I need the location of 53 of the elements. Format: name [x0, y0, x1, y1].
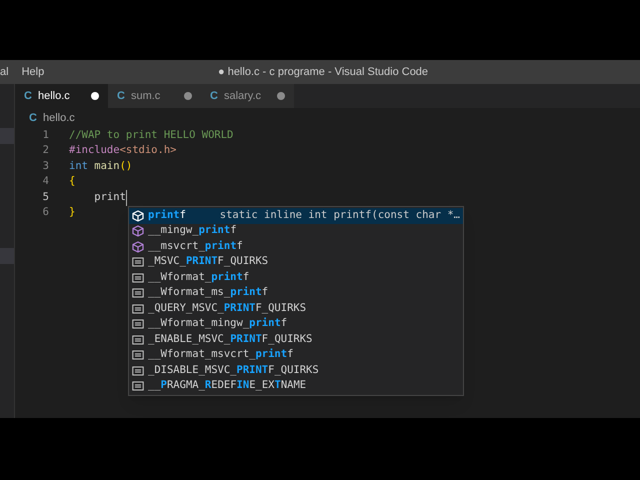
code-line: //WAP to print HELLO WORLD	[69, 128, 234, 143]
suggestion-item[interactable]: __PRAGMA_REDEFINE_EXTNAME	[129, 378, 463, 394]
suggestion-item[interactable]: __msvcrt_printf	[129, 239, 463, 254]
c-file-icon: C	[24, 88, 32, 104]
c-file-icon: C	[117, 88, 125, 104]
code-line: {	[69, 174, 76, 190]
menu-item[interactable]: Help	[16, 64, 50, 80]
line-number: 2	[42, 143, 50, 158]
suggestion-item[interactable]: _QUERY_MSVC_PRINTF_QUIRKS	[129, 301, 463, 316]
line-number: 6	[42, 205, 50, 220]
editor-tab[interactable]: C sum.c	[108, 84, 201, 108]
suggestion-item[interactable]: __Wformat_mingw_printf	[129, 316, 463, 332]
suggestion-detail: static inline int printf(const char *…	[220, 208, 460, 223]
tab-label: sum.c	[130, 88, 162, 104]
cube-icon	[132, 210, 144, 222]
line-number: 5	[42, 190, 50, 205]
window-title: ● hello.c - c programe - Visual Studio Code	[218, 64, 428, 80]
editor-tab[interactable]: C hello.c	[15, 84, 108, 108]
code-line: int main()	[69, 158, 132, 174]
constant-icon	[132, 272, 144, 284]
tab-label: hello.c	[38, 88, 71, 104]
suggestion-item[interactable]: __Wformat_ms_printf	[129, 286, 463, 301]
line-number: 1	[42, 128, 50, 143]
constant-icon	[132, 380, 144, 392]
tab-label: salary.c	[224, 88, 262, 104]
suggestion-item[interactable]: printf static inline int printf(const char *…	[129, 208, 463, 224]
constant-icon	[132, 364, 144, 377]
line-number: 4	[42, 174, 50, 190]
cube-icon	[132, 240, 144, 253]
constant-icon	[132, 287, 144, 300]
code-line: }	[69, 205, 76, 220]
editor-tab[interactable]: C salary.c	[201, 84, 294, 108]
c-file-icon: C	[29, 110, 37, 126]
sidebar-item[interactable]	[0, 248, 14, 264]
code-line: #include<stdio.h>	[69, 143, 176, 158]
c-file-icon: C	[210, 88, 218, 104]
breadcrumb-item[interactable]: hello.c	[42, 110, 75, 126]
suggestion-item[interactable]: _ENABLE_MSVC_PRINTF_QUIRKS	[129, 332, 463, 348]
suggestion-item[interactable]: __Wformat_msvcrt_printf	[129, 348, 463, 363]
suggestion-item[interactable]: _DISABLE_MSVC_PRINTF_QUIRKS	[129, 363, 463, 378]
code-line: print	[69, 190, 127, 206]
suggestion-item[interactable]: __Wformat_printf	[129, 270, 463, 286]
line-number: 3	[42, 158, 50, 174]
suggestion-item[interactable]: _MSVC_PRINTF_QUIRKS	[129, 254, 463, 270]
menu-item[interactable]: al	[0, 64, 17, 80]
constant-icon	[132, 302, 144, 315]
suggestion-item[interactable]: __mingw_printf	[129, 224, 463, 239]
sidebar-item[interactable]	[0, 128, 14, 144]
constant-icon	[132, 334, 144, 346]
constant-icon	[132, 349, 144, 362]
constant-icon	[132, 256, 144, 268]
cube-icon	[132, 225, 144, 238]
constant-icon	[132, 318, 144, 330]
